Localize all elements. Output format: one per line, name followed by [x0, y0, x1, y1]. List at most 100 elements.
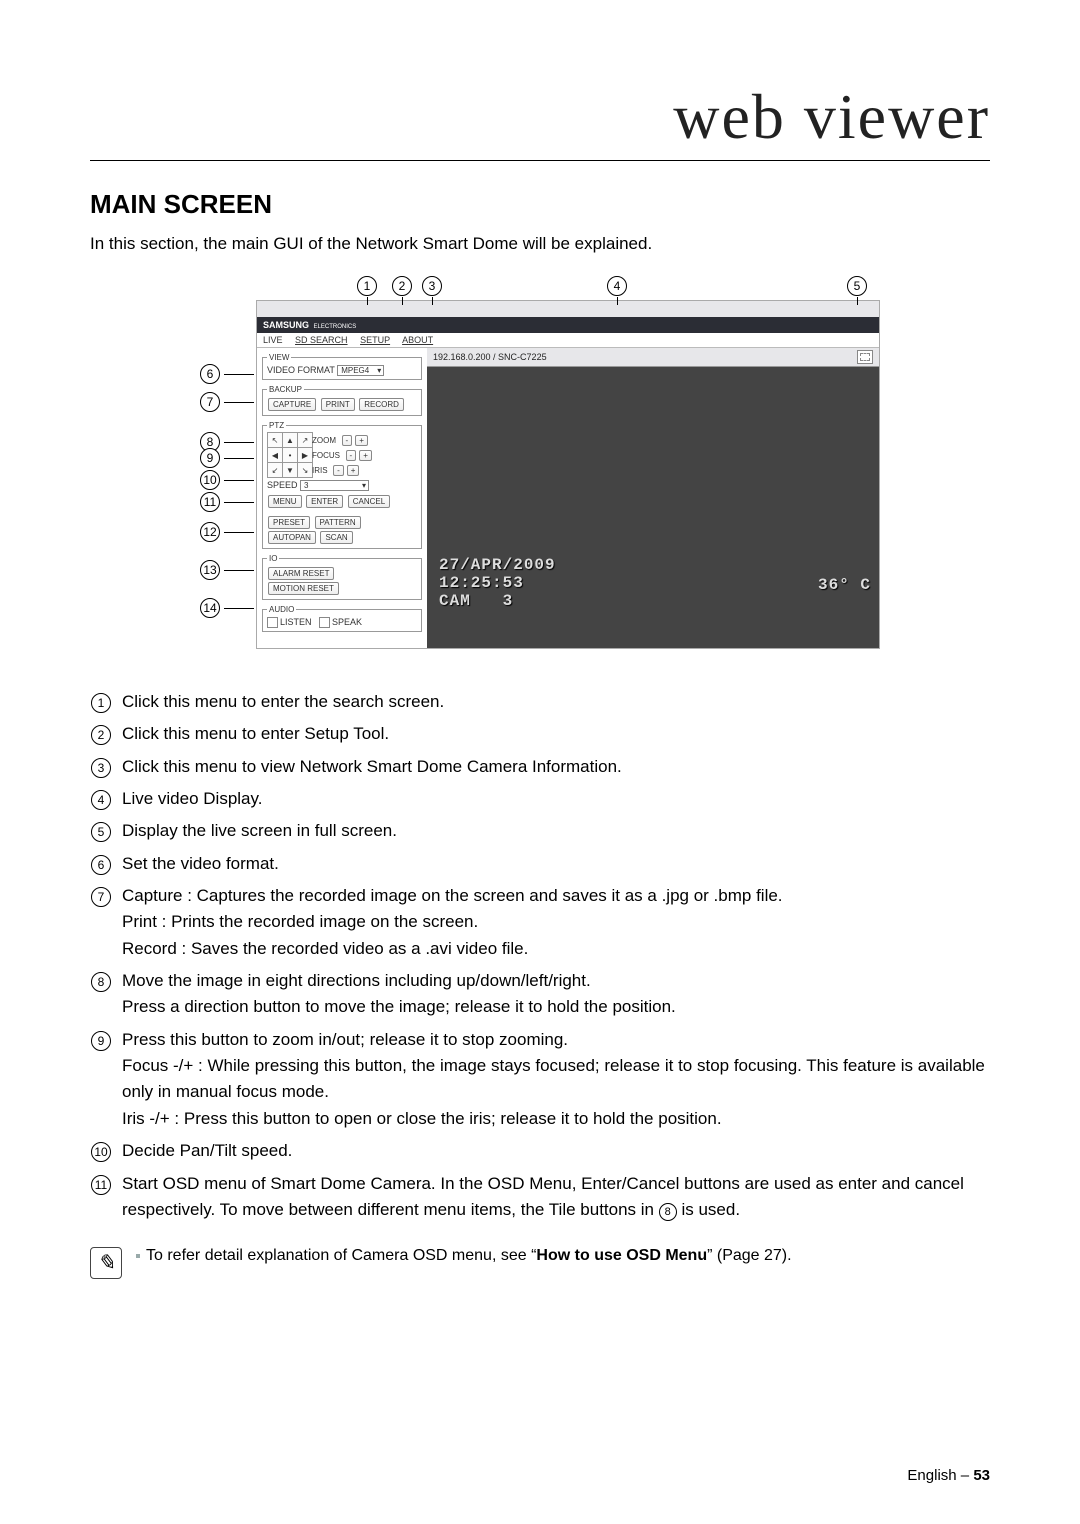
- desc-8: Move the image in eight directions inclu…: [122, 968, 990, 1021]
- live-video-area: 192.168.0.200 / SNC-C7225 27/APR/2009 12…: [427, 348, 879, 648]
- num-6: 6: [91, 855, 111, 875]
- logo-row: SAMSUNG ELECTRONICS: [257, 317, 879, 333]
- menu-setup[interactable]: SETUP: [360, 335, 390, 345]
- audio-panel: AUDIO LISTEN SPEAK: [262, 605, 422, 632]
- focus-minus[interactable]: -: [346, 450, 357, 461]
- print-button[interactable]: PRINT: [321, 398, 355, 411]
- iris-plus[interactable]: +: [347, 465, 360, 476]
- note-row: ✎ To refer detail explanation of Camera …: [90, 1247, 990, 1279]
- motion-reset-button[interactable]: MOTION RESET: [268, 582, 339, 595]
- ptz-up[interactable]: ▲: [282, 432, 298, 448]
- desc-6: Set the video format.: [122, 851, 990, 877]
- listen-label: LISTEN: [280, 617, 312, 627]
- menu-button[interactable]: MENU: [268, 495, 302, 508]
- video-format-select[interactable]: MPEG4: [337, 365, 384, 376]
- num-4: 4: [91, 790, 111, 810]
- description-list: 1 Click this menu to enter the search scr…: [90, 689, 990, 1223]
- brand-logo: SAMSUNG: [263, 320, 309, 330]
- num-3: 3: [91, 758, 111, 778]
- top-callouts: 12345: [200, 276, 880, 300]
- io-panel: IO ALARM RESET MOTION RESET: [262, 554, 422, 600]
- desc-11: Start OSD menu of Smart Dome Camera. In …: [122, 1171, 990, 1224]
- num-8: 8: [91, 972, 111, 992]
- ptz-right[interactable]: ▶: [297, 447, 313, 463]
- section-heading: MAIN SCREEN: [90, 189, 990, 220]
- camera-info: 192.168.0.200 / SNC-C7225: [433, 352, 547, 362]
- top-rule: [90, 160, 990, 161]
- header-title: web viewer: [90, 80, 990, 154]
- speak-label: SPEAK: [332, 617, 362, 627]
- callout-13: 13: [200, 560, 254, 580]
- menu-about[interactable]: ABOUT: [402, 335, 433, 345]
- num-1: 1: [91, 693, 111, 713]
- enter-button[interactable]: ENTER: [306, 495, 343, 508]
- inline-ref-8: 8: [659, 1203, 677, 1221]
- focus-label: FOCUS: [312, 451, 342, 460]
- desc-3: Click this menu to view Network Smart Do…: [122, 754, 990, 780]
- io-legend: IO: [267, 554, 279, 563]
- video-format-label: VIDEO FORMAT: [267, 365, 335, 375]
- callout-6: 6: [200, 364, 254, 384]
- callout-5: 5: [847, 276, 867, 305]
- iris-minus[interactable]: -: [333, 465, 344, 476]
- fullscreen-icon[interactable]: [857, 350, 873, 364]
- backup-legend: BACKUP: [267, 385, 304, 394]
- zoom-minus[interactable]: -: [342, 435, 353, 446]
- callout-1: 1: [357, 276, 377, 305]
- intro-text: In this section, the main GUI of the Net…: [90, 234, 990, 254]
- num-11: 11: [91, 1175, 111, 1195]
- ptz-down[interactable]: ▼: [282, 462, 298, 478]
- autopan-button[interactable]: AUTOPAN: [268, 531, 316, 544]
- speed-select[interactable]: 3: [300, 480, 369, 491]
- menu-live[interactable]: LIVE: [263, 335, 283, 345]
- callout-12: 12: [200, 522, 254, 542]
- backup-panel: BACKUP CAPTURE PRINT RECORD: [262, 385, 422, 416]
- brand-sub: ELECTRONICS: [314, 324, 357, 330]
- ptz-up-left[interactable]: ↖: [267, 432, 283, 448]
- callout-7: 7: [200, 392, 254, 412]
- ptz-panel: PTZ ↖ ▲ ↗ ZOOM -+ ◀ •: [262, 421, 422, 549]
- speed-label: SPEED: [267, 480, 298, 490]
- callout-10: 10: [200, 470, 254, 490]
- view-legend: VIEW: [267, 353, 291, 362]
- num-10: 10: [91, 1142, 111, 1162]
- page-footer: English – 53: [907, 1467, 990, 1484]
- ptz-down-left[interactable]: ↙: [267, 462, 283, 478]
- pattern-button[interactable]: PATTERN: [315, 516, 361, 529]
- left-panel: VIEW VIDEO FORMAT MPEG4 BACKUP CAPTURE P…: [257, 348, 427, 648]
- num-5: 5: [91, 822, 111, 842]
- overlay-timestamp: 27/APR/2009 12:25:53 CAM 3: [439, 556, 556, 610]
- cancel-button[interactable]: CANCEL: [348, 495, 390, 508]
- desc-7: Capture : Captures the recorded image on…: [122, 883, 990, 962]
- preset-button[interactable]: PRESET: [268, 516, 310, 529]
- audio-legend: AUDIO: [267, 605, 296, 614]
- note-icon: ✎: [90, 1247, 122, 1279]
- desc-1: Click this menu to enter the search scre…: [122, 689, 990, 715]
- note-text: To refer detail explanation of Camera OS…: [136, 1247, 792, 1265]
- ptz-up-right[interactable]: ↗: [297, 432, 313, 448]
- scan-button[interactable]: SCAN: [320, 531, 352, 544]
- speak-checkbox[interactable]: [319, 617, 330, 628]
- num-9: 9: [91, 1031, 111, 1051]
- desc-5: Display the live screen in full screen.: [122, 818, 990, 844]
- callout-9: 9: [200, 448, 254, 468]
- listen-checkbox[interactable]: [267, 617, 278, 628]
- menu-sd-search[interactable]: SD SEARCH: [295, 335, 348, 345]
- ptz-down-right[interactable]: ↘: [297, 462, 313, 478]
- ptz-center[interactable]: •: [282, 447, 298, 463]
- zoom-label: ZOOM: [312, 436, 338, 445]
- iris-label: IRIS: [312, 466, 330, 475]
- ptz-legend: PTZ: [267, 421, 286, 430]
- focus-plus[interactable]: +: [359, 450, 372, 461]
- num-7: 7: [91, 887, 111, 907]
- ptz-left[interactable]: ◀: [267, 447, 283, 463]
- callout-11: 11: [200, 492, 254, 512]
- view-panel: VIEW VIDEO FORMAT MPEG4: [262, 353, 422, 380]
- left-callouts: 67891011121314: [200, 300, 256, 649]
- desc-10: Decide Pan/Tilt speed.: [122, 1138, 990, 1164]
- alarm-reset-button[interactable]: ALARM RESET: [268, 567, 334, 580]
- record-button[interactable]: RECORD: [359, 398, 404, 411]
- zoom-plus[interactable]: +: [355, 435, 368, 446]
- capture-button[interactable]: CAPTURE: [268, 398, 316, 411]
- overlay-temperature: 36° C: [818, 576, 871, 594]
